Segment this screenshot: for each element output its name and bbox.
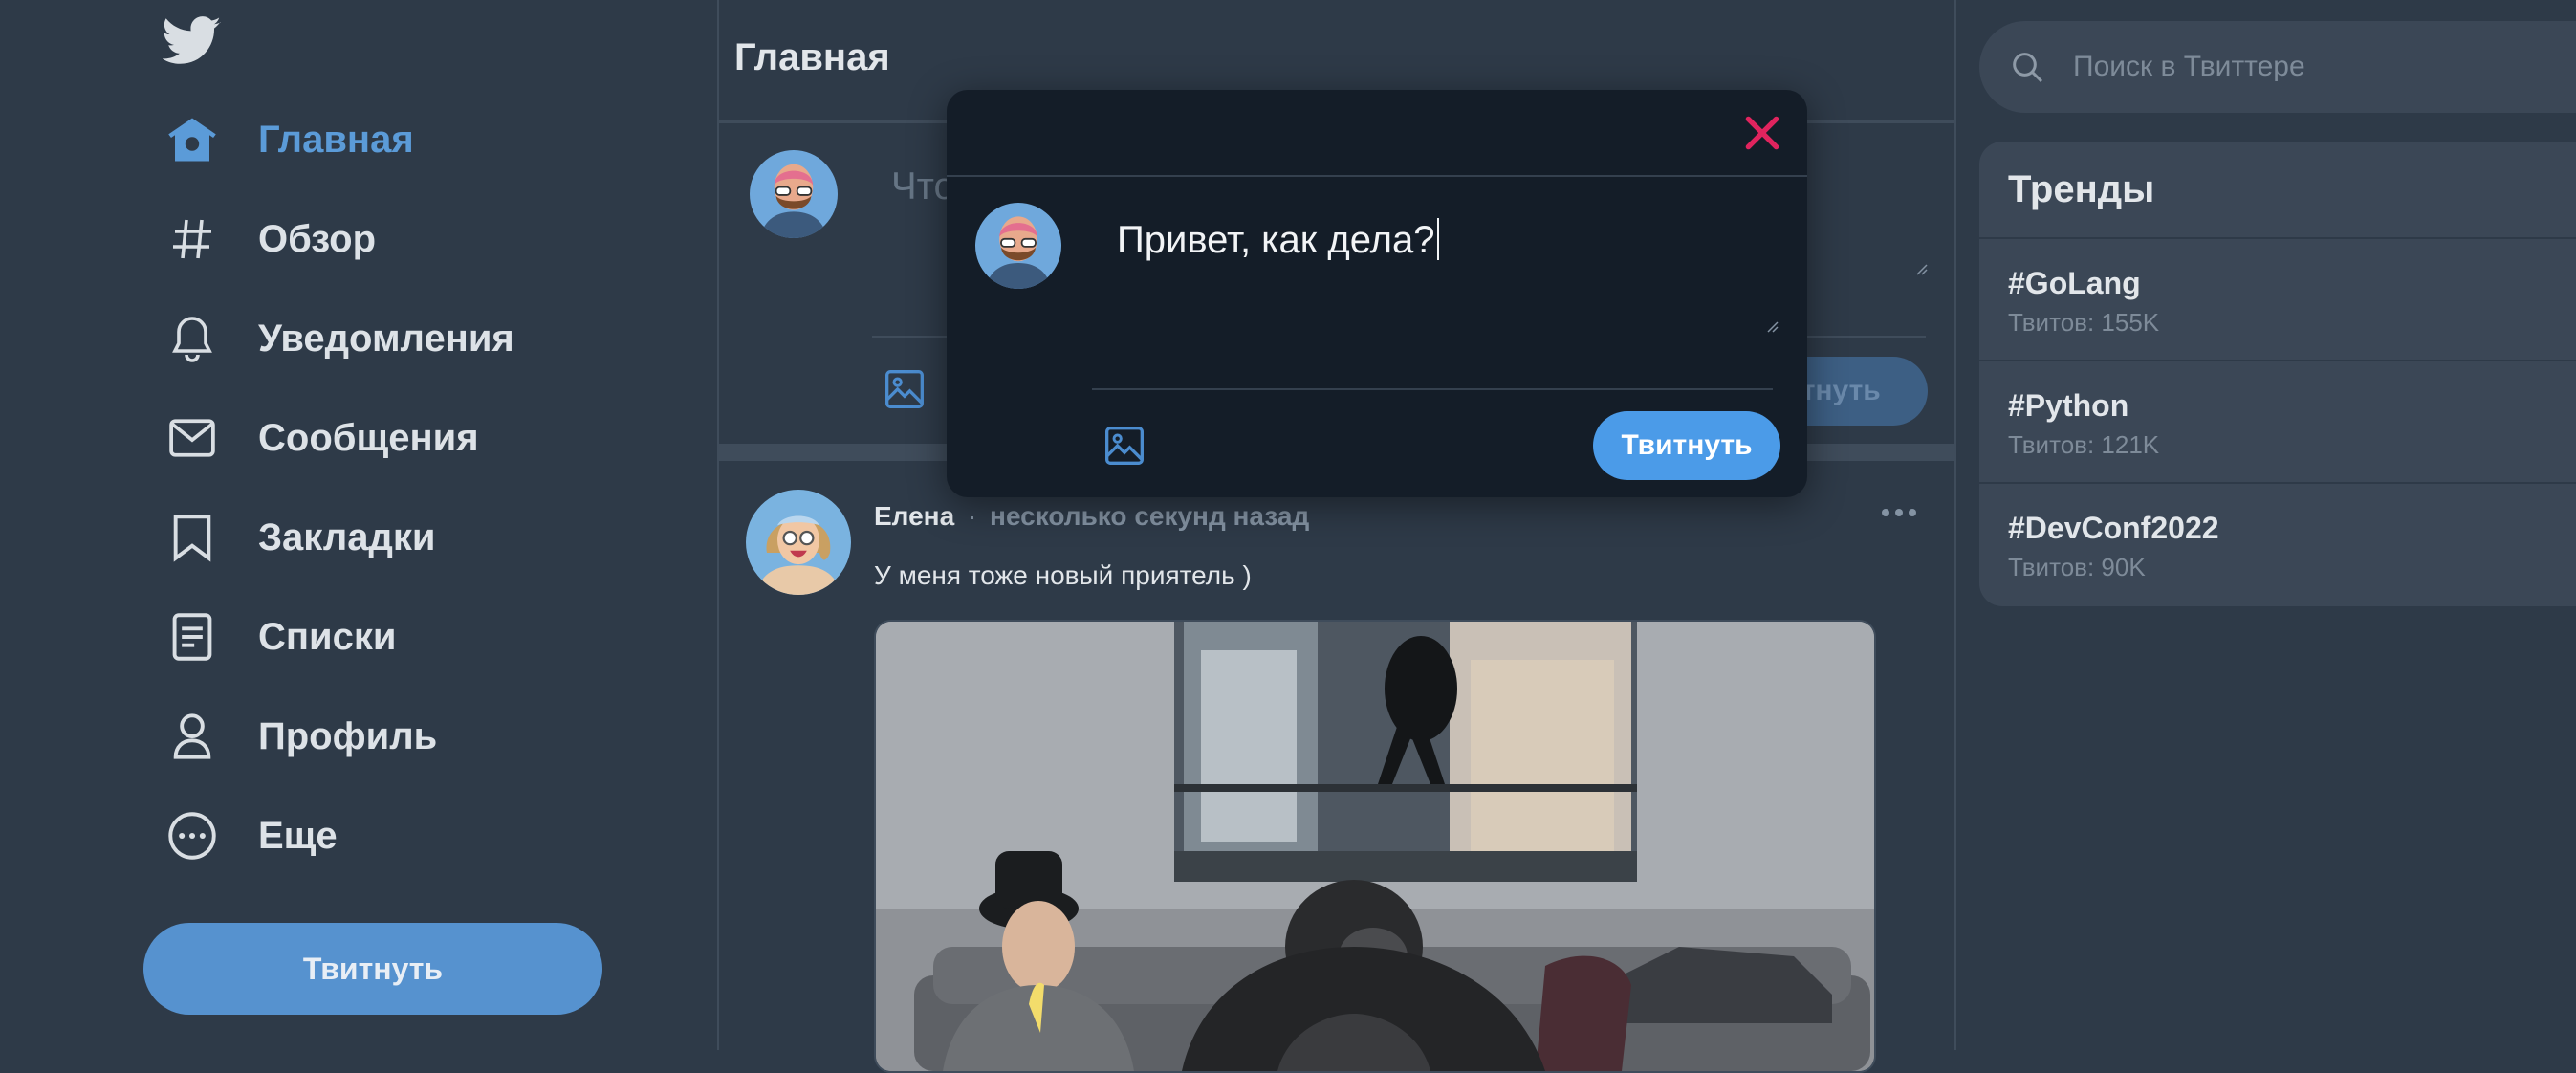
bell-icon [163, 309, 222, 368]
sidebar-tweet-button[interactable]: Твитнуть [143, 923, 602, 1015]
close-icon[interactable] [1738, 109, 1786, 157]
post-meta: Елена · несколько секунд назад [874, 501, 1309, 532]
sidebar-item-home[interactable]: Главная [163, 105, 414, 174]
sidebar-item-notifications[interactable]: Уведомления [163, 304, 514, 373]
hashtag-icon [163, 209, 222, 269]
trend-item[interactable]: #Python Твитов: 121K [1979, 360, 2576, 484]
sidebar-item-label: Профиль [258, 714, 438, 757]
sidebar-item-messages[interactable]: Сообщения [163, 404, 479, 472]
page-title: Главная [734, 36, 890, 78]
sidebar-item-label: Главная [258, 118, 414, 161]
sidebar-item-label: Списки [258, 615, 397, 658]
avatar [750, 150, 838, 238]
sidebar-item-label: Сообщения [258, 416, 479, 459]
sidebar-item-label: Обзор [258, 217, 377, 260]
more-circle-icon [163, 806, 222, 865]
search-placeholder: Поиск в Твиттере [2073, 51, 2305, 82]
sidebar-item-bookmarks[interactable]: Закладки [163, 503, 435, 572]
trend-name: #GoLang [2008, 266, 2141, 300]
modal-tweet-button[interactable]: Твитнуть [1593, 411, 1780, 480]
modal-header [947, 90, 1807, 177]
image-icon[interactable] [884, 368, 926, 410]
envelope-icon [163, 408, 222, 468]
sidebar-item-profile[interactable]: Профиль [163, 702, 437, 771]
trend-count: Твитов: 121K [2008, 430, 2160, 459]
sidebar-item-label: Уведомления [258, 317, 514, 360]
sidebar-item-explore[interactable]: Обзор [163, 205, 376, 274]
post-time: несколько секунд назад [990, 501, 1310, 531]
search-icon [2008, 48, 2046, 86]
twitter-bird-icon[interactable] [163, 15, 222, 67]
tweet-text: Привет, как дела? [1117, 219, 1435, 261]
right-sidebar: Поиск в Твиттере Тренды #GoLang Твитов: … [1954, 0, 2576, 1050]
trend-item[interactable]: #DevConf2022 Твитов: 90K [1979, 482, 2576, 606]
trend-name: #Python [2008, 388, 2129, 423]
compose-input[interactable]: Что [891, 165, 955, 208]
trend-count: Твитов: 90K [2008, 553, 2146, 581]
text-caret [1436, 218, 1439, 260]
resize-handle-icon [1765, 319, 1779, 333]
sidebar-item-label: Еще [258, 814, 338, 857]
bookmark-icon [163, 508, 222, 567]
home-icon [163, 110, 222, 169]
avatar [975, 203, 1061, 289]
sidebar-item-label: Закладки [258, 515, 436, 558]
more-horizontal-icon[interactable] [1878, 503, 1920, 522]
avatar [746, 490, 851, 595]
sidebar-item-more[interactable]: Еще [163, 801, 338, 870]
resize-handle-icon [1914, 262, 1928, 275]
meta-separator: · [967, 501, 977, 531]
compose-tweet-modal: Привет, как дела? Твитнуть [947, 90, 1807, 497]
tweet-textarea[interactable]: Привет, как дела? [1117, 218, 1786, 333]
divider [1092, 388, 1773, 390]
left-sidebar: Главная Обзор Уведомления Сообщения Закл… [0, 0, 717, 1050]
image-icon[interactable] [1103, 425, 1146, 467]
post-image[interactable] [874, 620, 1876, 1073]
trends-title: Тренды [2008, 168, 2155, 210]
trends-panel: Тренды #GoLang Твитов: 155K #Python Твит… [1979, 142, 2576, 606]
search-input[interactable]: Поиск в Твиттере [1979, 21, 2576, 113]
list-icon [163, 607, 222, 667]
user-icon [163, 707, 222, 766]
post-text: У меня тоже новый приятель ) [874, 560, 1252, 590]
trend-item[interactable]: #GoLang Твитов: 155K [1979, 237, 2576, 361]
trend-name: #DevConf2022 [2008, 511, 2219, 545]
trend-count: Твитов: 155K [2008, 308, 2160, 337]
tweet-post[interactable]: Елена · несколько секунд назад У меня то… [719, 461, 1954, 1073]
sidebar-item-lists[interactable]: Списки [163, 602, 397, 671]
post-author[interactable]: Елена [874, 501, 954, 531]
